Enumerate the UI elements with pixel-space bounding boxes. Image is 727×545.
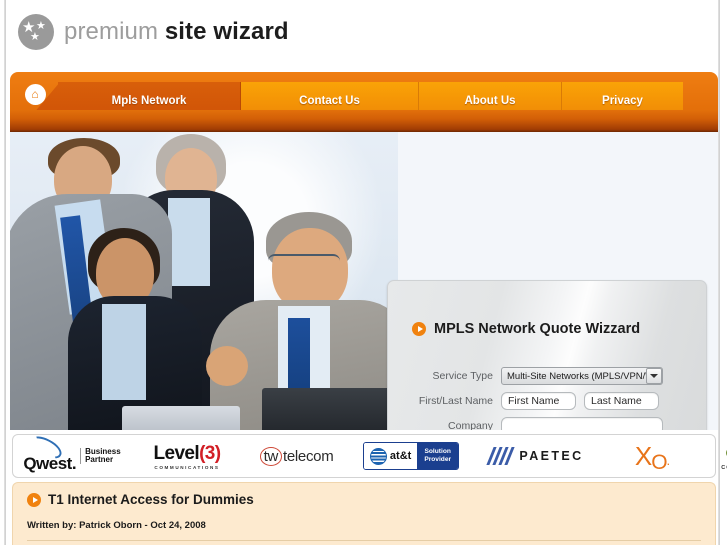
- article-title-text: T1 Internet Access for Dummies: [48, 492, 254, 507]
- page-left-border: [4, 0, 6, 545]
- home-icon: ⌂: [24, 83, 46, 105]
- partner-logo-att[interactable]: at&t Solution Provider: [348, 442, 474, 470]
- article-title[interactable]: T1 Internet Access for Dummies: [27, 492, 254, 507]
- company-input[interactable]: [501, 417, 663, 430]
- telecom-text: telecom: [282, 447, 334, 465]
- orange-play-bullet-icon: [412, 322, 426, 336]
- company-label: Company: [448, 420, 493, 430]
- tw-mark: tw: [259, 446, 282, 466]
- site-logo[interactable]: ★ ★ ★ premium site wizard: [18, 14, 289, 50]
- level3-subtext: COMMUNICATIONS: [154, 464, 220, 470]
- qwest-business-partner-text: Business Partner: [80, 447, 121, 465]
- article-block: T1 Internet Access for Dummies Written b…: [12, 482, 716, 545]
- xo-o: O: [651, 451, 667, 474]
- att-globe-icon: [369, 447, 387, 465]
- quote-form: Service Type Multi-Site Networks (MPLS/V…: [388, 367, 706, 430]
- form-row-company: Company: [388, 417, 706, 430]
- name-label: First/Last Name: [418, 395, 493, 407]
- brand-light-text: premium: [64, 18, 159, 45]
- att-wordmark: at&t: [389, 450, 412, 462]
- last-name-input[interactable]: [584, 392, 659, 410]
- quote-form-panel: MPLS Network Quote Wizzard Service Type …: [387, 280, 707, 430]
- hero-photo: [10, 132, 398, 430]
- first-name-input[interactable]: [501, 392, 576, 410]
- nav-tab-label: About Us: [464, 95, 516, 107]
- hero-banner: MPLS Network Quote Wizzard Service Type …: [10, 132, 718, 430]
- service-type-label: Service Type: [432, 370, 493, 382]
- article-divider: [27, 540, 701, 541]
- service-type-selected-value: Multi-Site Networks (MPLS/VPN/W: [507, 370, 655, 382]
- chevron-down-icon[interactable]: [646, 368, 662, 384]
- one-subtext: COMMUNICATIONS™: [721, 464, 727, 471]
- paetec-wordmark: PAETEC: [519, 449, 584, 463]
- quote-form-heading-text: MPLS Network Quote Wizzard: [434, 321, 641, 337]
- form-row-service-type: Service Type Multi-Site Networks (MPLS/V…: [388, 367, 706, 385]
- level3-wordmark: Level(3): [153, 442, 221, 464]
- partner-logo-qwest[interactable]: Qwest. Business Partner: [13, 438, 131, 474]
- article-byline: Written by: Patrick Oborn - Oct 24, 2008: [27, 520, 206, 531]
- partner-logo-bar: Qwest. Business Partner Level(3) COMMUNI…: [12, 434, 727, 478]
- stars-badge-icon: ★ ★ ★: [18, 14, 54, 50]
- service-type-select[interactable]: Multi-Site Networks (MPLS/VPN/W: [501, 367, 663, 385]
- orange-play-bullet-icon: [27, 492, 41, 507]
- star-icon: ★: [30, 31, 40, 43]
- nav-tab-label: Contact Us: [299, 95, 360, 107]
- nav-tab-label: Privacy: [602, 95, 643, 107]
- xo-x: X: [634, 441, 652, 471]
- att-solution-provider-badge: Solution Provider: [417, 443, 459, 469]
- paetec-stripes-icon: [486, 447, 516, 465]
- nav-underbar: [10, 110, 718, 132]
- partner-logo-xo[interactable]: XO.: [600, 441, 704, 473]
- brand-wordmark: premium site wizard: [64, 18, 289, 46]
- page-root: ★ ★ ★ premium site wizard ⌂ Mpls Network…: [0, 0, 727, 545]
- quote-form-heading: MPLS Network Quote Wizzard: [412, 321, 640, 337]
- brand-bold-text: site wizard: [164, 18, 289, 45]
- form-row-name: First/Last Name: [388, 392, 706, 410]
- site-header: ★ ★ ★ premium site wizard: [10, 0, 718, 68]
- partner-logo-level3[interactable]: Level(3) COMMUNICATIONS: [131, 443, 243, 470]
- nav-tab-label: Mpls Network: [111, 95, 187, 107]
- qwest-swoosh-icon: [23, 438, 69, 454]
- partner-logo-tw-telecom[interactable]: tw telecom: [243, 446, 348, 466]
- partner-logo-one-communications[interactable]: one COMMUNICATIONS™: [704, 441, 727, 471]
- partner-logo-paetec[interactable]: PAETEC: [474, 447, 600, 465]
